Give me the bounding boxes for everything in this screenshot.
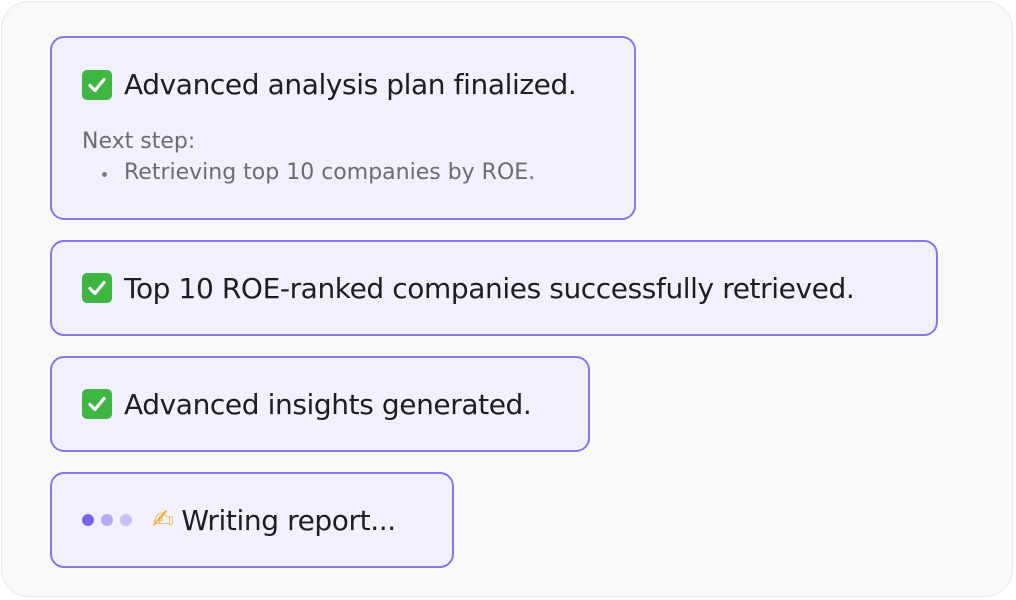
next-step-list: Retrieving top 10 companies by ROE.: [82, 160, 602, 185]
loading-dot: [101, 514, 113, 526]
next-step-label: Next step:: [82, 129, 196, 154]
next-step-item: Retrieving top 10 companies by ROE.: [102, 160, 602, 185]
loading-dot: [82, 514, 94, 526]
step-text: Writing report...: [181, 503, 396, 537]
step-text: Advanced insights generated.: [124, 387, 532, 421]
step-headline: Advanced insights generated.: [82, 358, 556, 450]
writing-hand-icon: ✍: [152, 505, 174, 535]
step-headline: ✍ Writing report...: [82, 474, 420, 566]
step-card-insights: Advanced insights generated.: [50, 356, 590, 452]
step-card-report: ✍ Writing report...: [50, 472, 454, 568]
progress-panel: Advanced analysis plan finalized. Next s…: [1, 1, 1013, 597]
step-text: Top 10 ROE-ranked companies successfully…: [124, 271, 855, 305]
check-icon: [82, 69, 112, 100]
step-text: Advanced analysis plan finalized.: [124, 68, 577, 101]
check-icon: [82, 273, 112, 303]
step-card-retrieval: Top 10 ROE-ranked companies successfully…: [50, 240, 938, 336]
loading-dot: [120, 514, 132, 526]
step-card-plan: Advanced analysis plan finalized. Next s…: [50, 36, 636, 220]
check-icon: [82, 389, 112, 419]
step-headline: Advanced analysis plan finalized.: [82, 68, 602, 101]
loading-dots: [82, 514, 132, 526]
step-headline: Top 10 ROE-ranked companies successfully…: [82, 242, 904, 334]
